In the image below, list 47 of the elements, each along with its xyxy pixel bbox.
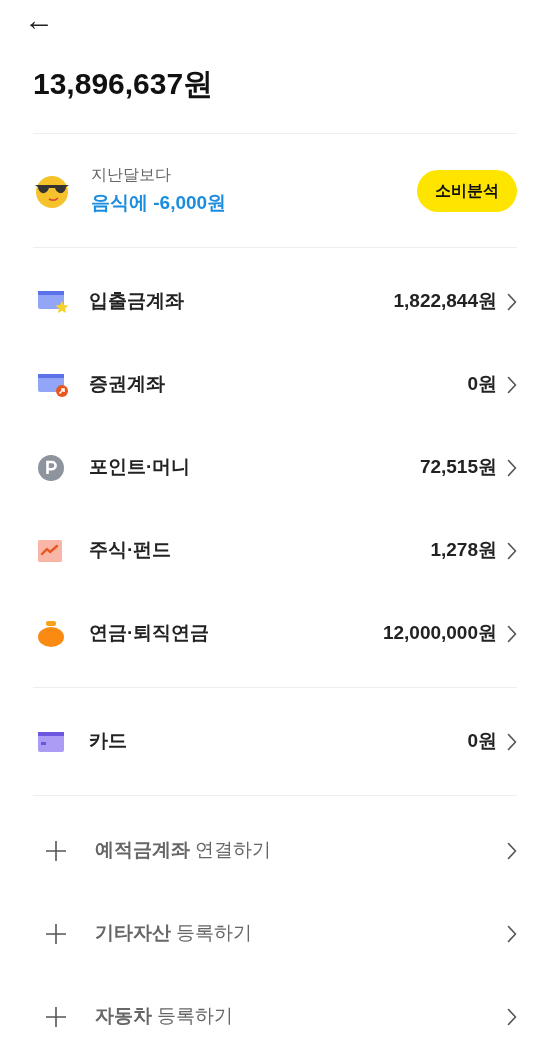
add-asset-row[interactable]: 자동차 등록하기	[33, 975, 517, 1040]
plus-icon	[45, 839, 67, 862]
add-asset-row[interactable]: 기타자산 등록하기	[33, 892, 517, 975]
card-arrow-icon	[37, 371, 69, 398]
add-asset-row[interactable]: 예적금계좌 연결하기	[33, 809, 517, 892]
chart-up-icon	[37, 538, 63, 563]
chevron-right-icon	[507, 732, 517, 751]
pouch-icon	[37, 619, 65, 648]
spending-analysis-button[interactable]: 소비분석	[417, 169, 517, 212]
chevron-right-icon	[507, 458, 517, 477]
chevron-right-icon	[507, 541, 517, 560]
asset-amount: 12,000,000원	[382, 621, 497, 646]
asset-amount: 0원	[467, 729, 497, 754]
back-button[interactable]: ←	[24, 5, 54, 35]
asset-row[interactable]: 포인트·머니 72,515원	[33, 426, 517, 509]
add-asset-label: 자동차 등록하기	[95, 1004, 234, 1029]
chevron-right-icon	[507, 841, 517, 860]
chevron-right-icon	[507, 375, 517, 394]
asset-row[interactable]: 증권계좌 0원	[33, 343, 517, 426]
coin-p-icon	[37, 453, 65, 482]
chevron-right-icon	[507, 624, 517, 643]
card-icon	[37, 730, 65, 753]
add-asset-label: 기타자산 등록하기	[95, 921, 253, 946]
asset-label: 카드	[89, 729, 127, 754]
asset-row[interactable]: 연금·퇴직연금 12,000,000원	[33, 592, 517, 675]
plus-icon	[45, 922, 67, 945]
asset-row[interactable]: 입출금계좌 1,822,844원	[33, 260, 517, 343]
comparison-caption: 지난달보다	[91, 165, 172, 186]
asset-amount: 1,822,844원	[393, 289, 497, 314]
asset-label: 증권계좌	[89, 372, 165, 397]
asset-amount: 72,515원	[419, 455, 497, 480]
asset-amount: 0원	[467, 372, 497, 397]
chevron-right-icon	[507, 924, 517, 943]
asset-row[interactable]: 카드 0원	[33, 700, 517, 783]
asset-amount: 1,278원	[430, 538, 497, 563]
plus-icon	[45, 1005, 67, 1028]
card-star-icon	[37, 288, 69, 315]
chevron-right-icon	[507, 292, 517, 311]
chevron-right-icon	[507, 1007, 517, 1026]
total-balance: 13,896,637원	[33, 66, 214, 102]
asset-label: 주식·펀드	[89, 538, 172, 563]
asset-label: 입출금계좌	[89, 289, 184, 314]
add-asset-label: 예적금계좌 연결하기	[95, 838, 272, 863]
comparison-detail: 음식에 -6,000원	[91, 191, 227, 216]
asset-row[interactable]: 주식·펀드 1,278원	[33, 509, 517, 592]
asset-label: 연금·퇴직연금	[89, 621, 210, 646]
asset-label: 포인트·머니	[89, 455, 191, 480]
